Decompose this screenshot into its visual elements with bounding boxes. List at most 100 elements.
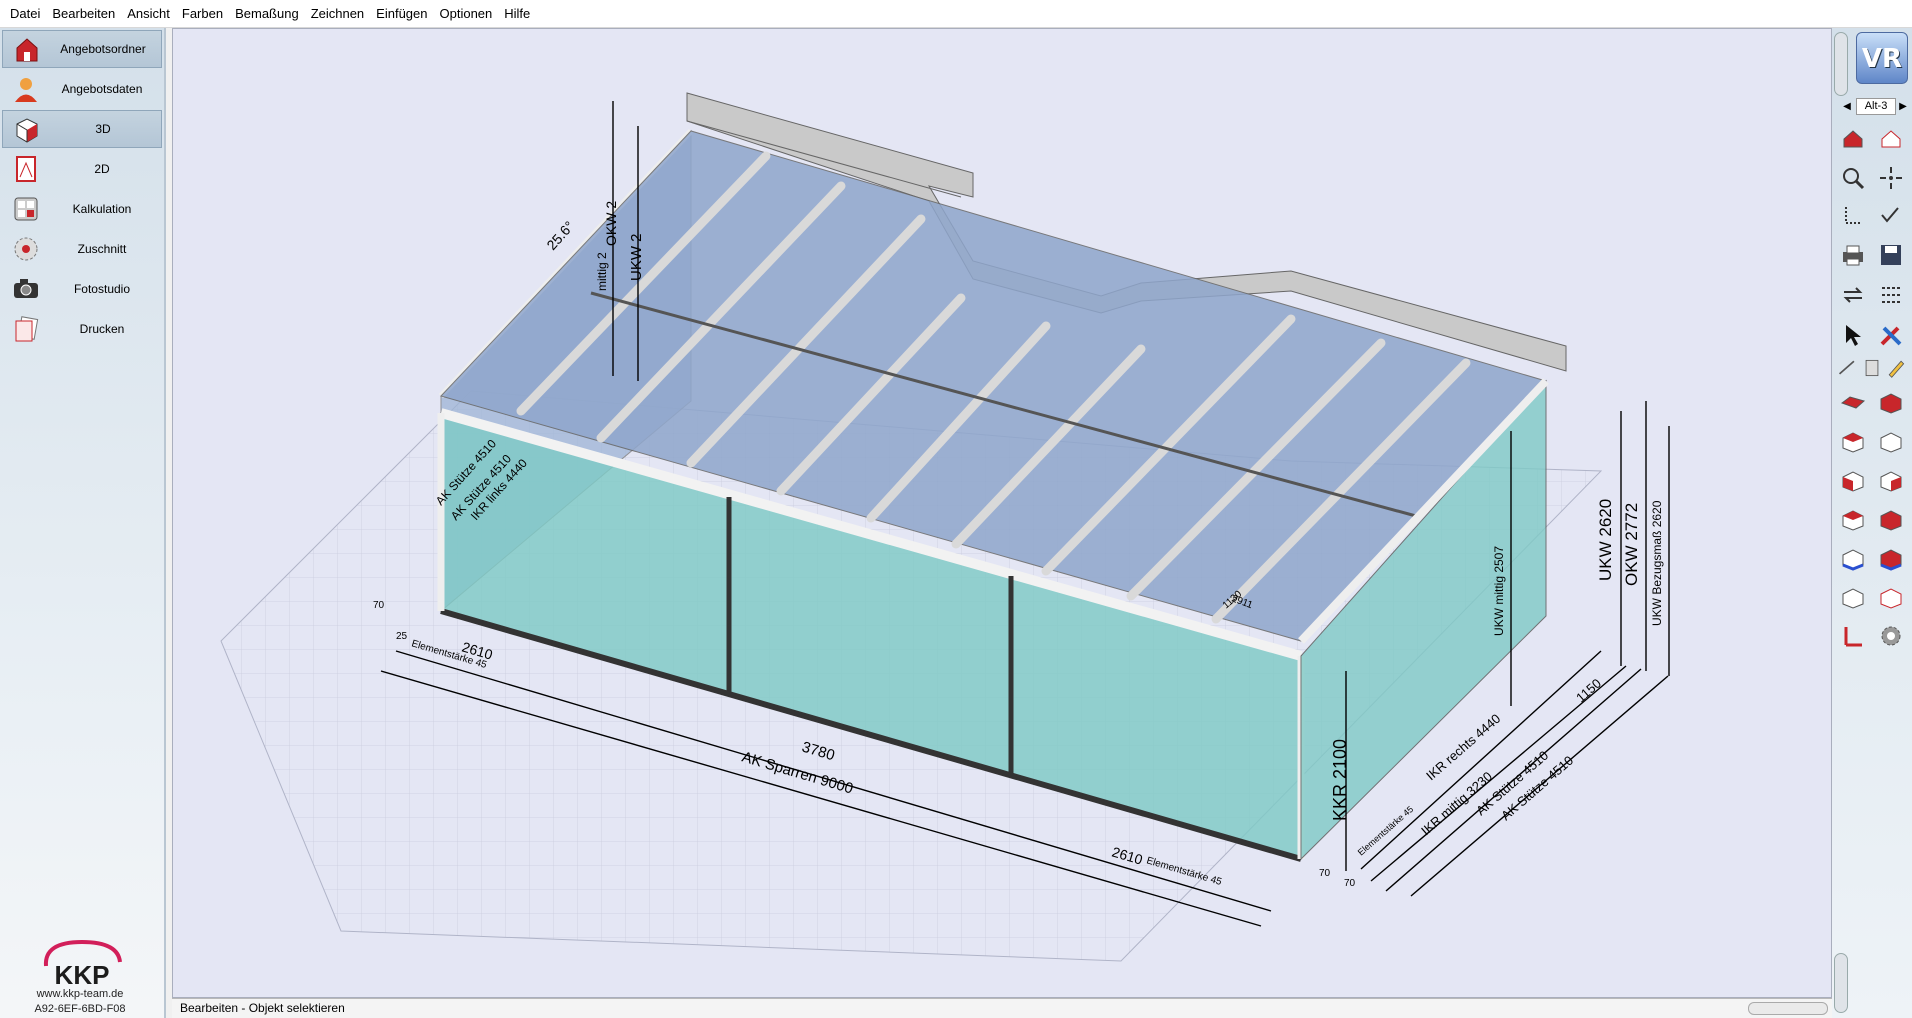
grid-down-icon bbox=[1845, 207, 1862, 224]
zoom-button[interactable] bbox=[1836, 161, 1870, 195]
menu-hilfe[interactable]: Hilfe bbox=[498, 0, 536, 28]
grid-down-button[interactable] bbox=[1836, 199, 1870, 233]
wall-view-1-button[interactable] bbox=[1836, 502, 1870, 536]
nav-angebotsordner[interactable]: Angebotsordner bbox=[2, 30, 162, 68]
roof-view-2-button[interactable] bbox=[1874, 385, 1908, 419]
wall-button[interactable] bbox=[1860, 356, 1884, 380]
nav-fotostudio[interactable]: Fotostudio bbox=[2, 270, 162, 308]
roof-view-1-button[interactable] bbox=[1836, 385, 1870, 419]
menu-ansicht[interactable]: Ansicht bbox=[121, 0, 176, 28]
save-icon bbox=[1881, 245, 1901, 265]
dim-ukw-mittig: UKW mittig 2507 bbox=[1492, 546, 1506, 636]
save-button[interactable] bbox=[1874, 238, 1908, 272]
dim-small-25: 25 bbox=[396, 631, 408, 642]
person-icon bbox=[15, 78, 37, 102]
saw-blade-icon bbox=[14, 237, 38, 261]
menu-bemassung[interactable]: Bemaßung bbox=[229, 0, 305, 28]
dim-ukw-ref: UKW Bezugsmaß 2620 bbox=[1650, 500, 1664, 626]
dim-ukw: UKW 2620 bbox=[1596, 499, 1615, 581]
menu-zeichnen[interactable]: Zeichnen bbox=[305, 0, 370, 28]
grid-check-button[interactable] bbox=[1874, 199, 1908, 233]
nav-label: Angebotsordner bbox=[60, 42, 146, 56]
floor-view-2-button[interactable] bbox=[1874, 541, 1908, 575]
nav-zuschnitt[interactable]: Zuschnitt bbox=[2, 230, 162, 268]
glass-view-2-button[interactable] bbox=[1874, 463, 1908, 497]
tools-icon bbox=[1880, 326, 1902, 346]
menu-optionen[interactable]: Optionen bbox=[434, 0, 499, 28]
menu-bearbeiten[interactable]: Bearbeiten bbox=[46, 0, 121, 28]
nav-label: Angebotsdaten bbox=[61, 82, 143, 96]
nav-angebotsdaten[interactable]: Angebotsdaten bbox=[2, 70, 162, 108]
menu-einfuegen[interactable]: Einfügen bbox=[370, 0, 433, 28]
frame-outline-icon bbox=[1842, 588, 1864, 609]
house-front-icon bbox=[1843, 130, 1863, 148]
transfer-button[interactable] bbox=[1836, 278, 1870, 312]
frame-view-3-button[interactable] bbox=[1836, 580, 1870, 614]
nav-kalkulation[interactable]: Kalkulation bbox=[2, 190, 162, 228]
tools-button[interactable] bbox=[1874, 318, 1908, 352]
frame-view-4-button[interactable] bbox=[1874, 580, 1908, 614]
dim-kkr: KKR 2100 bbox=[1330, 739, 1350, 821]
right-toolbar: VR ◀ Alt-3 ▶ bbox=[1832, 28, 1912, 1018]
nav-label: 3D bbox=[95, 122, 111, 136]
dim-small-70: 70 bbox=[373, 600, 385, 611]
house-back-icon bbox=[1881, 130, 1901, 148]
wall-icon bbox=[1865, 359, 1879, 377]
toolbar-scrollbar-bottom[interactable] bbox=[1834, 953, 1848, 1013]
status-bar: Bearbeiten - Objekt selektieren bbox=[172, 998, 1832, 1018]
view-selector[interactable]: Alt-3 bbox=[1856, 98, 1896, 115]
view-prev-arrow[interactable]: ◀ bbox=[1840, 98, 1854, 115]
wall-full-icon bbox=[1880, 510, 1902, 531]
calculator-icon bbox=[14, 197, 38, 221]
dim-ukw-mittig-left: mittig 2 bbox=[595, 252, 609, 291]
fit-view-button[interactable] bbox=[1874, 161, 1908, 195]
dim-okw: OKW 2772 bbox=[1622, 503, 1641, 586]
print-button[interactable] bbox=[1836, 238, 1870, 272]
select-button[interactable] bbox=[1836, 318, 1870, 352]
printer-icon bbox=[1843, 245, 1863, 266]
kkp-logo: KKP bbox=[43, 939, 122, 990]
status-scrollbar[interactable] bbox=[1748, 1002, 1828, 1015]
dimension-icon bbox=[1844, 627, 1862, 647]
print-pages-icon bbox=[15, 316, 39, 342]
roof-flat-icon bbox=[1840, 396, 1866, 409]
pencil-icon bbox=[1888, 360, 1905, 378]
folder-house-icon bbox=[16, 38, 38, 62]
nav-drucken[interactable]: Drucken bbox=[2, 310, 162, 348]
settings-button[interactable] bbox=[1874, 619, 1908, 653]
dimension-button[interactable] bbox=[1836, 619, 1870, 653]
frame-view-2-button[interactable] bbox=[1874, 424, 1908, 458]
glass-view-1-button[interactable] bbox=[1836, 463, 1870, 497]
menu-datei[interactable]: Datei bbox=[4, 0, 46, 28]
menu-farben[interactable]: Farben bbox=[176, 0, 229, 28]
conservatory-model[interactable]: UKW 2620 OKW 2772 UKW Bezugsmaß 2620 UKW… bbox=[173, 29, 1833, 999]
nav-3d[interactable]: 3D bbox=[2, 110, 162, 148]
wall-view-2-button[interactable] bbox=[1874, 502, 1908, 536]
glass-front-icon bbox=[1880, 471, 1902, 492]
pencil-button[interactable] bbox=[1884, 356, 1908, 380]
dim-element-side: Elementstärke 45 bbox=[1356, 804, 1415, 858]
gear-icon bbox=[1881, 626, 1901, 646]
frame-open-icon bbox=[1880, 432, 1902, 453]
dim-small-70b: 70 bbox=[1319, 868, 1331, 879]
svg-text:KKP: KKP bbox=[55, 960, 110, 990]
dim-ukw-left: UKW 2 bbox=[628, 233, 645, 281]
3d-viewport[interactable]: UKW 2620 OKW 2772 UKW Bezugsmaß 2620 UKW… bbox=[172, 28, 1832, 998]
house-back-button[interactable] bbox=[1874, 121, 1908, 155]
toolbar-scrollbar-top[interactable] bbox=[1834, 32, 1848, 96]
glass-side-icon bbox=[1842, 471, 1864, 492]
drawing-icon bbox=[16, 156, 36, 182]
measure-icon bbox=[1838, 360, 1855, 375]
measure-button[interactable] bbox=[1836, 356, 1860, 380]
dim-okw-left: OKW 2 bbox=[603, 201, 619, 246]
view-next-arrow[interactable]: ▶ bbox=[1896, 98, 1910, 115]
nav-2d[interactable]: 2D bbox=[2, 150, 162, 188]
floor-view-1-button[interactable] bbox=[1836, 541, 1870, 575]
nav-label: Zuschnitt bbox=[77, 242, 127, 256]
house-front-button[interactable] bbox=[1836, 121, 1870, 155]
website-text: www.kkp-team.de bbox=[36, 988, 124, 1000]
vr-logo: VR bbox=[1856, 32, 1908, 84]
floor-red-icon bbox=[1880, 549, 1902, 571]
settings-list-button[interactable] bbox=[1874, 278, 1908, 312]
frame-view-1-button[interactable] bbox=[1836, 424, 1870, 458]
